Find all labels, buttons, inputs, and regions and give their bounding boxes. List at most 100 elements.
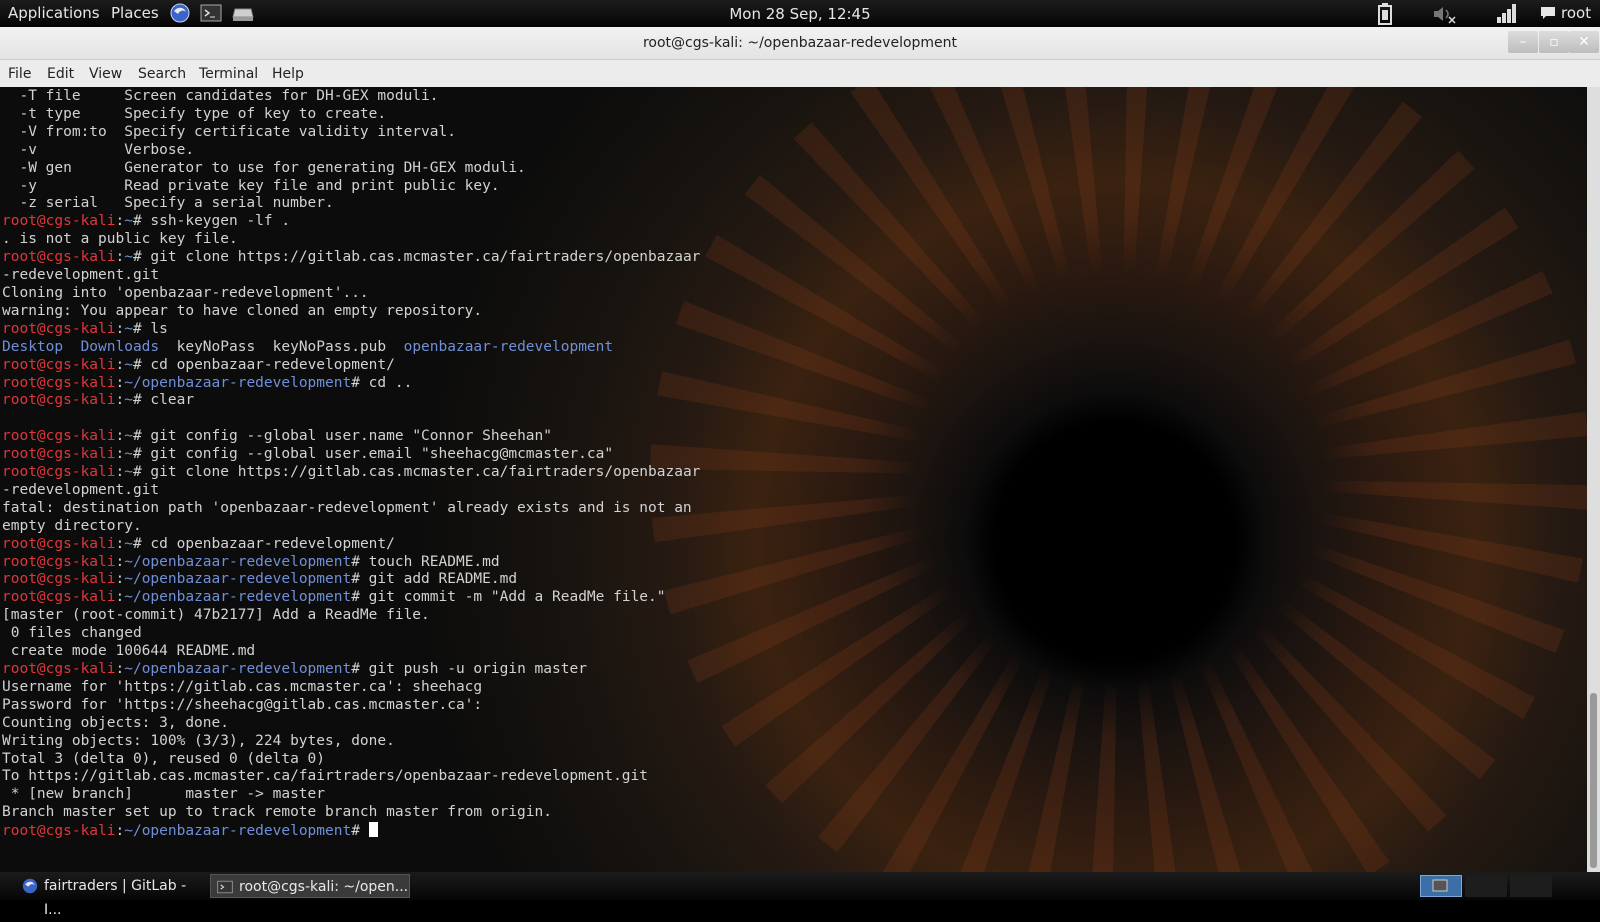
terminal-line: warning: You appear to have cloned an em… xyxy=(2,302,483,319)
terminal-line: root@cgs-kali:~# cd openbazaar-redevelop… xyxy=(2,356,395,373)
terminal-line: root@cgs-kali:~# git clone https://gitla… xyxy=(2,464,701,481)
maximize-button[interactable]: ▫ xyxy=(1539,31,1569,53)
prompt-user: root@cgs-kali xyxy=(2,374,116,391)
terminal-line: -V from:to Specify certificate validity … xyxy=(2,123,456,140)
terminal-line: root@cgs-kali:~/openbazaar-redevelopment… xyxy=(2,553,500,570)
prompt-path: ~/openbazaar-redevelopment xyxy=(124,553,352,570)
prompt-user: root@cgs-kali xyxy=(2,661,116,677)
prompt-user: root@cgs-kali xyxy=(2,392,116,409)
terminal-line: -redevelopment.git xyxy=(2,481,160,498)
user-menu[interactable]: root xyxy=(1561,4,1591,22)
terminal-line: Username for 'https://gitlab.cas.mcmaste… xyxy=(2,678,483,695)
terminal-line: Branch master set up to track remote bra… xyxy=(2,804,552,821)
chat-bubble-icon[interactable] xyxy=(1540,5,1556,25)
terminal-area[interactable]: -T file Screen candidates for DH-GEX mod… xyxy=(0,87,1587,872)
menu-file[interactable]: File xyxy=(8,66,31,82)
scrollbar-thumb[interactable] xyxy=(1590,693,1597,868)
prompt-path: ~/openbazaar-redevelopment xyxy=(124,661,352,677)
file-entry: keyNoPass keyNoPass.pub xyxy=(159,338,404,355)
prompt-user: root@cgs-kali xyxy=(2,823,116,840)
window-titlebar[interactable]: root@cgs-kali: ~/openbazaar-redevelopmen… xyxy=(0,27,1600,60)
terminal-line: empty directory. xyxy=(2,517,142,534)
directory-entry: openbazaar-redevelopment xyxy=(403,338,614,355)
terminal-cursor xyxy=(368,822,378,838)
terminal-line: -t type Specify type of key to create. xyxy=(2,105,387,122)
prompt-user: root@cgs-kali xyxy=(2,356,116,373)
prompt-path: ~/openbazaar-redevelopment xyxy=(124,374,352,391)
prompt-path: ~ xyxy=(124,320,133,337)
terminal-line: -z serial Specify a serial number. xyxy=(2,195,334,212)
terminal-line: root@cgs-kali:~# ssh-keygen -lf . xyxy=(2,213,291,230)
terminal-line: root@cgs-kali:~# git config --global use… xyxy=(2,446,614,463)
directory-entry: Downloads xyxy=(80,338,160,355)
prompt-path: ~ xyxy=(124,213,133,230)
close-button[interactable]: ✕ xyxy=(1569,31,1599,53)
terminal-line: [master (root-commit) 47b2177] Add a Rea… xyxy=(2,607,430,624)
prompt-path: ~ xyxy=(124,446,133,463)
terminal-line: -y Read private key file and print publi… xyxy=(2,177,500,194)
battery-icon[interactable] xyxy=(1378,3,1392,29)
task-label: fairtraders | GitLab - I... xyxy=(44,878,187,918)
menu-search[interactable]: Search xyxy=(138,66,186,82)
volume-muted-icon[interactable] xyxy=(1432,4,1458,28)
terminal-line: -W gen Generator to use for generating D… xyxy=(2,159,526,176)
terminal-scrollbar[interactable] xyxy=(1587,87,1600,872)
terminal-icon xyxy=(217,879,233,895)
workspace-switcher-3[interactable] xyxy=(1510,875,1552,897)
prompt-user: root@cgs-kali xyxy=(2,553,116,570)
terminal-line: * [new branch] master -> master xyxy=(2,786,326,803)
terminal-line: root@cgs-kali:~# cd openbazaar-redevelop… xyxy=(2,535,395,552)
menu-help[interactable]: Help xyxy=(272,66,304,82)
terminal-output: -T file Screen candidates for DH-GEX mod… xyxy=(2,88,700,841)
clock[interactable]: Mon 28 Sep, 12:45 xyxy=(0,5,1600,23)
terminal-line: root@cgs-kali:~/openbazaar-redevelopment… xyxy=(2,822,378,840)
terminal-line: -redevelopment.git xyxy=(2,267,160,284)
menu-edit[interactable]: Edit xyxy=(47,66,74,82)
task-label: root@cgs-kali: ~/open... xyxy=(239,879,409,895)
prompt-user: root@cgs-kali xyxy=(2,571,116,588)
terminal-line: fatal: destination path 'openbazaar-rede… xyxy=(2,499,692,516)
prompt-user: root@cgs-kali xyxy=(2,213,116,230)
prompt-path: ~ xyxy=(124,535,133,552)
bottom-panel: fairtraders | GitLab - I... root@cgs-kal… xyxy=(0,872,1600,918)
terminal-line: -v Verbose. xyxy=(2,141,195,158)
workspace-switcher-2[interactable] xyxy=(1465,875,1507,897)
terminal-line: To https://gitlab.cas.mcmaster.ca/fairtr… xyxy=(2,768,649,785)
terminal-line: 0 files changed xyxy=(2,625,142,642)
terminal-line: root@cgs-kali:~# clear xyxy=(2,392,195,409)
terminal-line: Total 3 (delta 0), reused 0 (delta 0) xyxy=(2,750,326,767)
task-terminal[interactable]: root@cgs-kali: ~/open... xyxy=(210,874,410,898)
prompt-user: root@cgs-kali xyxy=(2,535,116,552)
prompt-user: root@cgs-kali xyxy=(2,320,116,337)
terminal-line: root@cgs-kali:~# ls xyxy=(2,320,168,337)
terminal-line: Counting objects: 3, done. xyxy=(2,714,229,731)
menu-view[interactable]: View xyxy=(89,66,122,82)
prompt-user: root@cgs-kali xyxy=(2,464,116,481)
prompt-path: ~ xyxy=(124,428,133,445)
prompt-path: ~ xyxy=(124,392,133,409)
terminal-line: -T file Screen candidates for DH-GEX mod… xyxy=(2,88,439,104)
terminal-line: root@cgs-kali:~# git config --global use… xyxy=(2,428,552,445)
browser-icon xyxy=(22,878,38,894)
menu-terminal[interactable]: Terminal xyxy=(199,66,258,82)
terminal-line: Password for 'https://sheehacg@gitlab.ca… xyxy=(2,696,483,713)
prompt-path: ~/openbazaar-redevelopment xyxy=(124,823,352,840)
minimize-button[interactable]: – xyxy=(1508,31,1538,53)
prompt-path: ~/openbazaar-redevelopment xyxy=(124,589,352,606)
window-title: root@cgs-kali: ~/openbazaar-redevelopmen… xyxy=(642,35,958,51)
network-signal-icon[interactable] xyxy=(1496,3,1518,27)
terminal-line: create mode 100644 README.md xyxy=(2,643,256,660)
terminal-line: root@cgs-kali:~/openbazaar-redevelopment… xyxy=(2,589,666,606)
file-entry xyxy=(63,339,80,355)
prompt-user: root@cgs-kali xyxy=(2,428,116,445)
directory-entry: Desktop xyxy=(2,338,64,355)
terminal-line: root@cgs-kali:~/openbazaar-redevelopment… xyxy=(2,661,587,677)
task-gitlab-browser[interactable]: fairtraders | GitLab - I... xyxy=(16,874,206,918)
terminal-line: root@cgs-kali:~/openbazaar-redevelopment… xyxy=(2,374,413,391)
terminal-line: . is not a public key file. xyxy=(2,231,238,248)
prompt-user: root@cgs-kali xyxy=(2,589,116,606)
prompt-path: ~ xyxy=(124,464,133,481)
prompt-user: root@cgs-kali xyxy=(2,249,116,266)
prompt-path: ~ xyxy=(124,356,133,373)
workspace-switcher-1[interactable] xyxy=(1420,875,1462,897)
